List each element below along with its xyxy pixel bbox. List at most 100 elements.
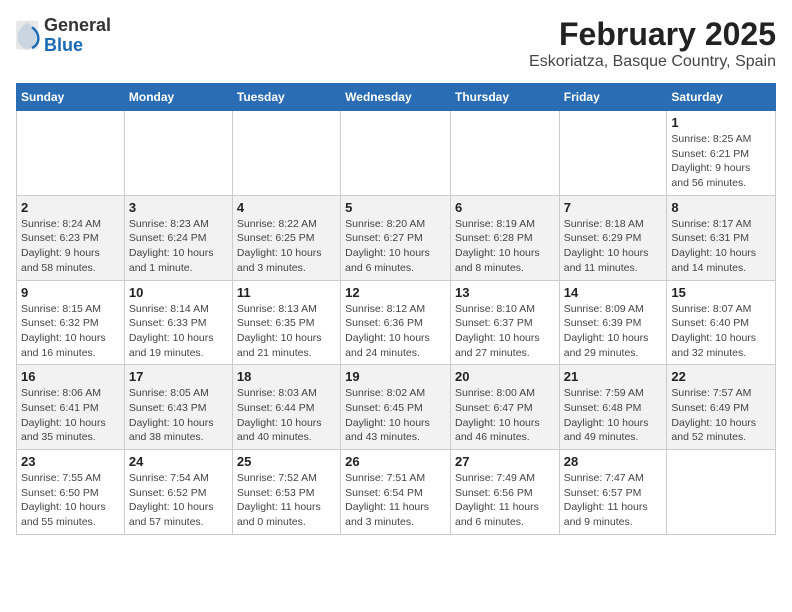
day-info: Sunrise: 7:51 AM Sunset: 6:54 PM Dayligh… xyxy=(345,471,446,530)
weekday-header: Monday xyxy=(124,84,232,111)
calendar-cell xyxy=(17,111,125,196)
calendar-cell xyxy=(559,111,667,196)
calendar-cell: 10Sunrise: 8:14 AM Sunset: 6:33 PM Dayli… xyxy=(124,280,232,365)
day-info: Sunrise: 7:52 AM Sunset: 6:53 PM Dayligh… xyxy=(237,471,336,530)
day-number: 19 xyxy=(345,369,446,384)
calendar-cell: 2 Sunrise: 8:24 AM Sunset: 6:23 PM Daylig… xyxy=(17,195,125,280)
calendar-cell: 17 Sunrise: 8:05 AM Sunset: 6:43 PM Dayli… xyxy=(124,365,232,450)
day-number: 11 xyxy=(237,285,336,300)
calendar-week-row: 2 Sunrise: 8:24 AM Sunset: 6:23 PM Daylig… xyxy=(17,195,776,280)
calendar-cell: 14Sunrise: 8:09 AM Sunset: 6:39 PM Dayli… xyxy=(559,280,667,365)
day-number: 9 xyxy=(21,285,120,300)
day-number: 6 xyxy=(455,200,555,215)
day-number: 27 xyxy=(455,454,555,469)
calendar-cell: 24 Sunrise: 7:54 AM Sunset: 6:52 PM Dayli… xyxy=(124,450,232,535)
day-info: Sunrise: 8:00 AM Sunset: 6:47 PM Dayligh… xyxy=(455,386,555,445)
logo-icon xyxy=(16,20,40,52)
day-info: Sunrise: 8:24 AM Sunset: 6:23 PM Dayligh… xyxy=(21,217,120,276)
weekday-header: Sunday xyxy=(17,84,125,111)
calendar-cell: 27 Sunrise: 7:49 AM Sunset: 6:56 PM Dayli… xyxy=(450,450,559,535)
calendar-cell: 13 Sunrise: 8:10 AM Sunset: 6:37 PM Dayli… xyxy=(450,280,559,365)
calendar-cell: 18 Sunrise: 8:03 AM Sunset: 6:44 PM Dayli… xyxy=(232,365,340,450)
day-info: Sunrise: 7:59 AM Sunset: 6:48 PM Dayligh… xyxy=(564,386,663,445)
calendar-cell: 7 Sunrise: 8:18 AM Sunset: 6:29 PM Daylig… xyxy=(559,195,667,280)
day-info: Sunrise: 8:05 AM Sunset: 6:43 PM Dayligh… xyxy=(129,386,228,445)
day-info: Sunrise: 8:10 AM Sunset: 6:37 PM Dayligh… xyxy=(455,302,555,361)
page-header: General Blue February 2025 Eskoriatza, B… xyxy=(16,16,776,71)
day-info: Sunrise: 8:22 AM Sunset: 6:25 PM Dayligh… xyxy=(237,217,336,276)
weekday-header: Wednesday xyxy=(341,84,451,111)
calendar-cell: 5Sunrise: 8:20 AM Sunset: 6:27 PM Daylig… xyxy=(341,195,451,280)
calendar-cell: 1Sunrise: 8:25 AM Sunset: 6:21 PM Daylig… xyxy=(667,111,776,196)
day-info: Sunrise: 7:47 AM Sunset: 6:57 PM Dayligh… xyxy=(564,471,663,530)
calendar-week-row: 1Sunrise: 8:25 AM Sunset: 6:21 PM Daylig… xyxy=(17,111,776,196)
calendar-cell: 19 Sunrise: 8:02 AM Sunset: 6:45 PM Dayli… xyxy=(341,365,451,450)
calendar-cell: 6 Sunrise: 8:19 AM Sunset: 6:28 PM Daylig… xyxy=(450,195,559,280)
day-number: 17 xyxy=(129,369,228,384)
calendar-cell: 3 Sunrise: 8:23 AM Sunset: 6:24 PM Daylig… xyxy=(124,195,232,280)
day-number: 4 xyxy=(237,200,336,215)
calendar-cell: 11 Sunrise: 8:13 AM Sunset: 6:35 PM Dayli… xyxy=(232,280,340,365)
weekday-header: Friday xyxy=(559,84,667,111)
calendar-cell: 23 Sunrise: 7:55 AM Sunset: 6:50 PM Dayli… xyxy=(17,450,125,535)
day-number: 5 xyxy=(345,200,446,215)
calendar-cell: 20 Sunrise: 8:00 AM Sunset: 6:47 PM Dayli… xyxy=(450,365,559,450)
calendar-cell: 26Sunrise: 7:51 AM Sunset: 6:54 PM Dayli… xyxy=(341,450,451,535)
day-number: 16 xyxy=(21,369,120,384)
calendar-cell xyxy=(450,111,559,196)
day-info: Sunrise: 8:23 AM Sunset: 6:24 PM Dayligh… xyxy=(129,217,228,276)
day-info: Sunrise: 8:03 AM Sunset: 6:44 PM Dayligh… xyxy=(237,386,336,445)
day-number: 7 xyxy=(564,200,663,215)
day-info: Sunrise: 7:54 AM Sunset: 6:52 PM Dayligh… xyxy=(129,471,228,530)
calendar-cell: 4 Sunrise: 8:22 AM Sunset: 6:25 PM Daylig… xyxy=(232,195,340,280)
day-number: 23 xyxy=(21,454,120,469)
logo-blue: Blue xyxy=(44,36,111,56)
logo-general: General xyxy=(44,16,111,36)
calendar-cell: 16Sunrise: 8:06 AM Sunset: 6:41 PM Dayli… xyxy=(17,365,125,450)
calendar-cell: 28 Sunrise: 7:47 AM Sunset: 6:57 PM Dayli… xyxy=(559,450,667,535)
day-number: 13 xyxy=(455,285,555,300)
weekday-header: Saturday xyxy=(667,84,776,111)
calendar-table: SundayMondayTuesdayWednesdayThursdayFrid… xyxy=(16,83,776,535)
calendar-week-row: 9 Sunrise: 8:15 AM Sunset: 6:32 PM Daylig… xyxy=(17,280,776,365)
calendar-week-row: 16Sunrise: 8:06 AM Sunset: 6:41 PM Dayli… xyxy=(17,365,776,450)
calendar-cell xyxy=(124,111,232,196)
day-info: Sunrise: 8:02 AM Sunset: 6:45 PM Dayligh… xyxy=(345,386,446,445)
weekday-header: Tuesday xyxy=(232,84,340,111)
day-number: 10 xyxy=(129,285,228,300)
calendar-cell: 22 Sunrise: 7:57 AM Sunset: 6:49 PM Dayli… xyxy=(667,365,776,450)
day-number: 28 xyxy=(564,454,663,469)
logo: General Blue xyxy=(16,16,111,56)
day-info: Sunrise: 8:17 AM Sunset: 6:31 PM Dayligh… xyxy=(671,217,771,276)
calendar-cell: 9 Sunrise: 8:15 AM Sunset: 6:32 PM Daylig… xyxy=(17,280,125,365)
calendar-cell xyxy=(667,450,776,535)
weekday-header-row: SundayMondayTuesdayWednesdayThursdayFrid… xyxy=(17,84,776,111)
day-number: 22 xyxy=(671,369,771,384)
calendar-cell: 15Sunrise: 8:07 AM Sunset: 6:40 PM Dayli… xyxy=(667,280,776,365)
day-info: Sunrise: 7:57 AM Sunset: 6:49 PM Dayligh… xyxy=(671,386,771,445)
day-number: 25 xyxy=(237,454,336,469)
day-info: Sunrise: 7:49 AM Sunset: 6:56 PM Dayligh… xyxy=(455,471,555,530)
calendar-cell xyxy=(341,111,451,196)
day-number: 18 xyxy=(237,369,336,384)
calendar-title: February 2025 xyxy=(529,16,776,53)
title-block: February 2025 Eskoriatza, Basque Country… xyxy=(529,16,776,71)
day-number: 21 xyxy=(564,369,663,384)
day-number: 24 xyxy=(129,454,228,469)
weekday-header: Thursday xyxy=(450,84,559,111)
calendar-cell: 8Sunrise: 8:17 AM Sunset: 6:31 PM Daylig… xyxy=(667,195,776,280)
day-number: 3 xyxy=(129,200,228,215)
calendar-week-row: 23 Sunrise: 7:55 AM Sunset: 6:50 PM Dayli… xyxy=(17,450,776,535)
day-info: Sunrise: 8:15 AM Sunset: 6:32 PM Dayligh… xyxy=(21,302,120,361)
day-number: 20 xyxy=(455,369,555,384)
calendar-subtitle: Eskoriatza, Basque Country, Spain xyxy=(529,53,776,71)
day-info: Sunrise: 8:13 AM Sunset: 6:35 PM Dayligh… xyxy=(237,302,336,361)
day-number: 12 xyxy=(345,285,446,300)
day-number: 1 xyxy=(671,115,771,130)
day-info: Sunrise: 7:55 AM Sunset: 6:50 PM Dayligh… xyxy=(21,471,120,530)
day-info: Sunrise: 8:18 AM Sunset: 6:29 PM Dayligh… xyxy=(564,217,663,276)
calendar-cell: 12Sunrise: 8:12 AM Sunset: 6:36 PM Dayli… xyxy=(341,280,451,365)
day-number: 2 xyxy=(21,200,120,215)
day-info: Sunrise: 8:19 AM Sunset: 6:28 PM Dayligh… xyxy=(455,217,555,276)
calendar-cell: 21 Sunrise: 7:59 AM Sunset: 6:48 PM Dayli… xyxy=(559,365,667,450)
